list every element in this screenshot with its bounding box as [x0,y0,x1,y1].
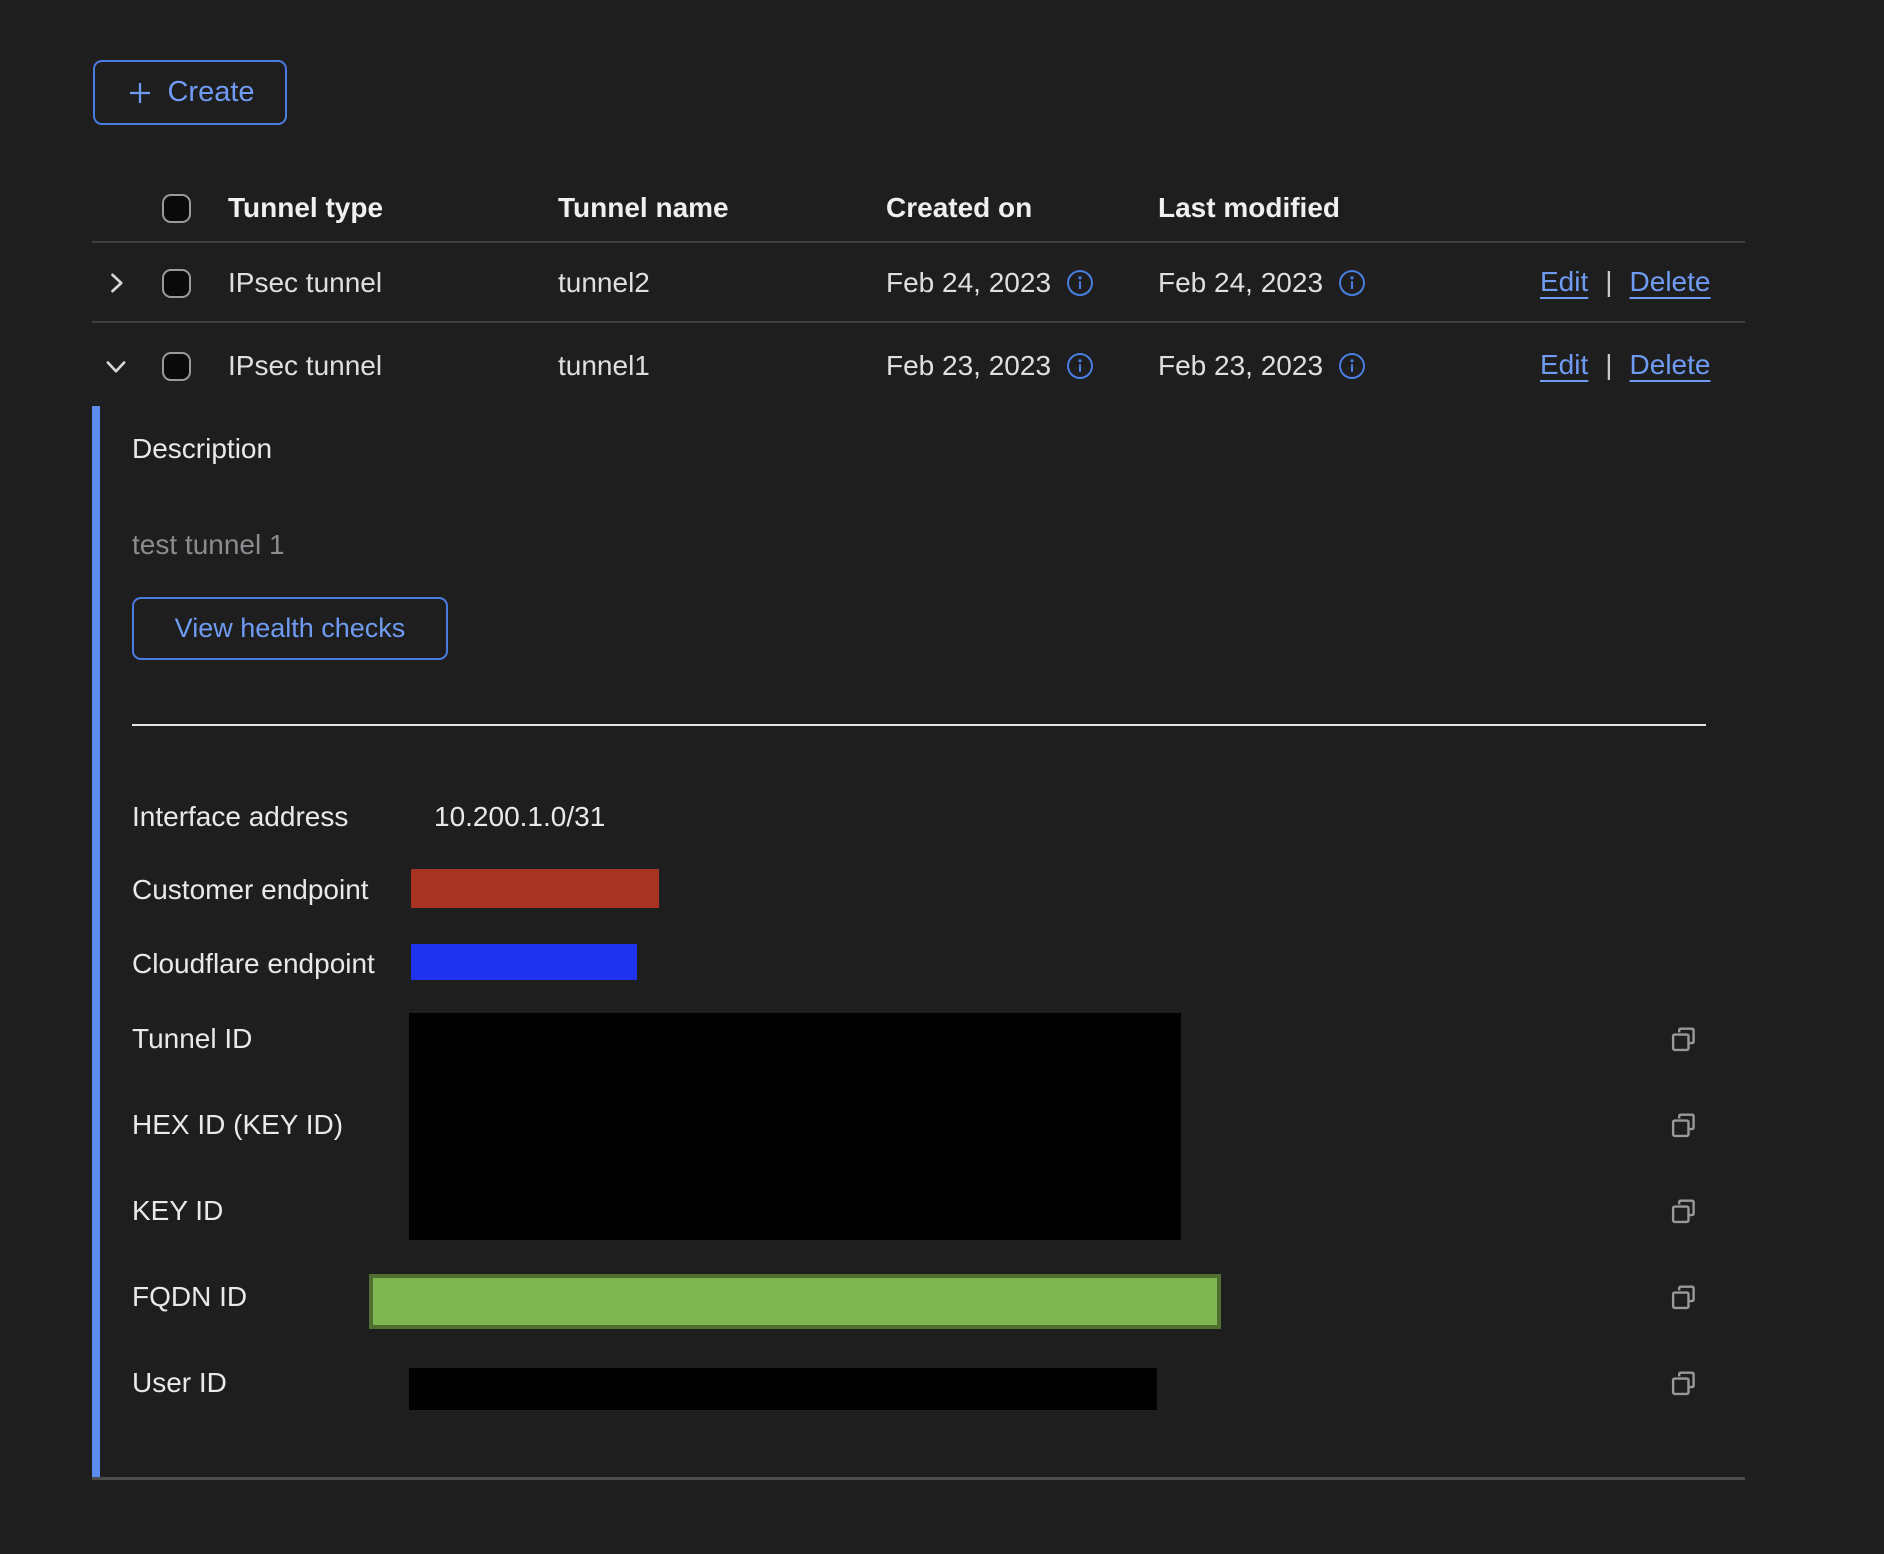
edit-link[interactable]: Edit [1540,349,1588,381]
view-health-checks-label: View health checks [175,613,406,644]
key-id-label: KEY ID [132,1194,223,1228]
info-icon[interactable] [1338,352,1366,380]
column-header-tunnel-name: Tunnel name [558,191,729,225]
delete-link[interactable]: Delete [1630,349,1711,381]
header-divider [92,241,1745,243]
fqdn-id-label: FQDN ID [132,1280,247,1314]
ids-redaction-block [409,1013,1181,1240]
user-id-label: User ID [132,1366,227,1400]
select-all-checkbox[interactable] [162,194,191,223]
plus-icon [125,78,155,108]
edit-link[interactable]: Edit [1540,266,1588,298]
interface-address-label: Interface address [132,800,348,834]
user-id-redaction [409,1368,1157,1410]
interface-address-value: 10.200.1.0/31 [434,800,605,834]
expansion-accent-bar [92,406,100,1478]
copy-icon[interactable] [1668,1110,1700,1142]
create-button-label: Create [167,76,254,109]
panel-bottom-divider [92,1477,1745,1480]
view-health-checks-button[interactable]: View health checks [132,597,448,660]
copy-icon[interactable] [1668,1282,1700,1314]
row-divider [92,321,1745,323]
action-separator: | [1605,349,1612,381]
row-checkbox[interactable] [162,352,191,381]
description-label: Description [132,432,272,466]
info-icon[interactable] [1066,352,1094,380]
copy-icon[interactable] [1668,1196,1700,1228]
action-separator: | [1605,266,1612,298]
customer-endpoint-redaction [411,869,659,908]
panel-divider [132,724,1706,726]
chevron-down-icon[interactable] [102,352,130,380]
tunnel-type-cell: IPsec tunnel [228,266,382,300]
hex-id-label: HEX ID (KEY ID) [132,1108,343,1142]
chevron-right-icon[interactable] [102,269,130,297]
last-modified-cell: Feb 24, 2023 [1158,266,1323,300]
created-on-cell: Feb 23, 2023 [886,349,1051,383]
row-checkbox[interactable] [162,269,191,298]
fqdn-id-redaction [369,1274,1221,1329]
tunnel-id-label: Tunnel ID [132,1022,252,1056]
column-header-last-modified: Last modified [1158,191,1340,225]
column-header-tunnel-type: Tunnel type [228,191,383,225]
copy-icon[interactable] [1668,1368,1700,1400]
customer-endpoint-label: Customer endpoint [132,873,369,907]
create-button[interactable]: Create [93,60,287,125]
tunnel-name-cell: tunnel1 [558,349,650,383]
tunnel-type-cell: IPsec tunnel [228,349,382,383]
description-value: test tunnel 1 [132,528,285,562]
copy-icon[interactable] [1668,1024,1700,1056]
cloudflare-endpoint-label: Cloudflare endpoint [132,947,375,981]
info-icon[interactable] [1338,269,1366,297]
delete-link[interactable]: Delete [1630,266,1711,298]
created-on-cell: Feb 24, 2023 [886,266,1051,300]
tunnel-name-cell: tunnel2 [558,266,650,300]
tunnels-page: Create Tunnel type Tunnel name Created o… [0,0,1884,1554]
column-header-created-on: Created on [886,191,1032,225]
info-icon[interactable] [1066,269,1094,297]
last-modified-cell: Feb 23, 2023 [1158,349,1323,383]
cloudflare-endpoint-redaction [411,944,637,980]
